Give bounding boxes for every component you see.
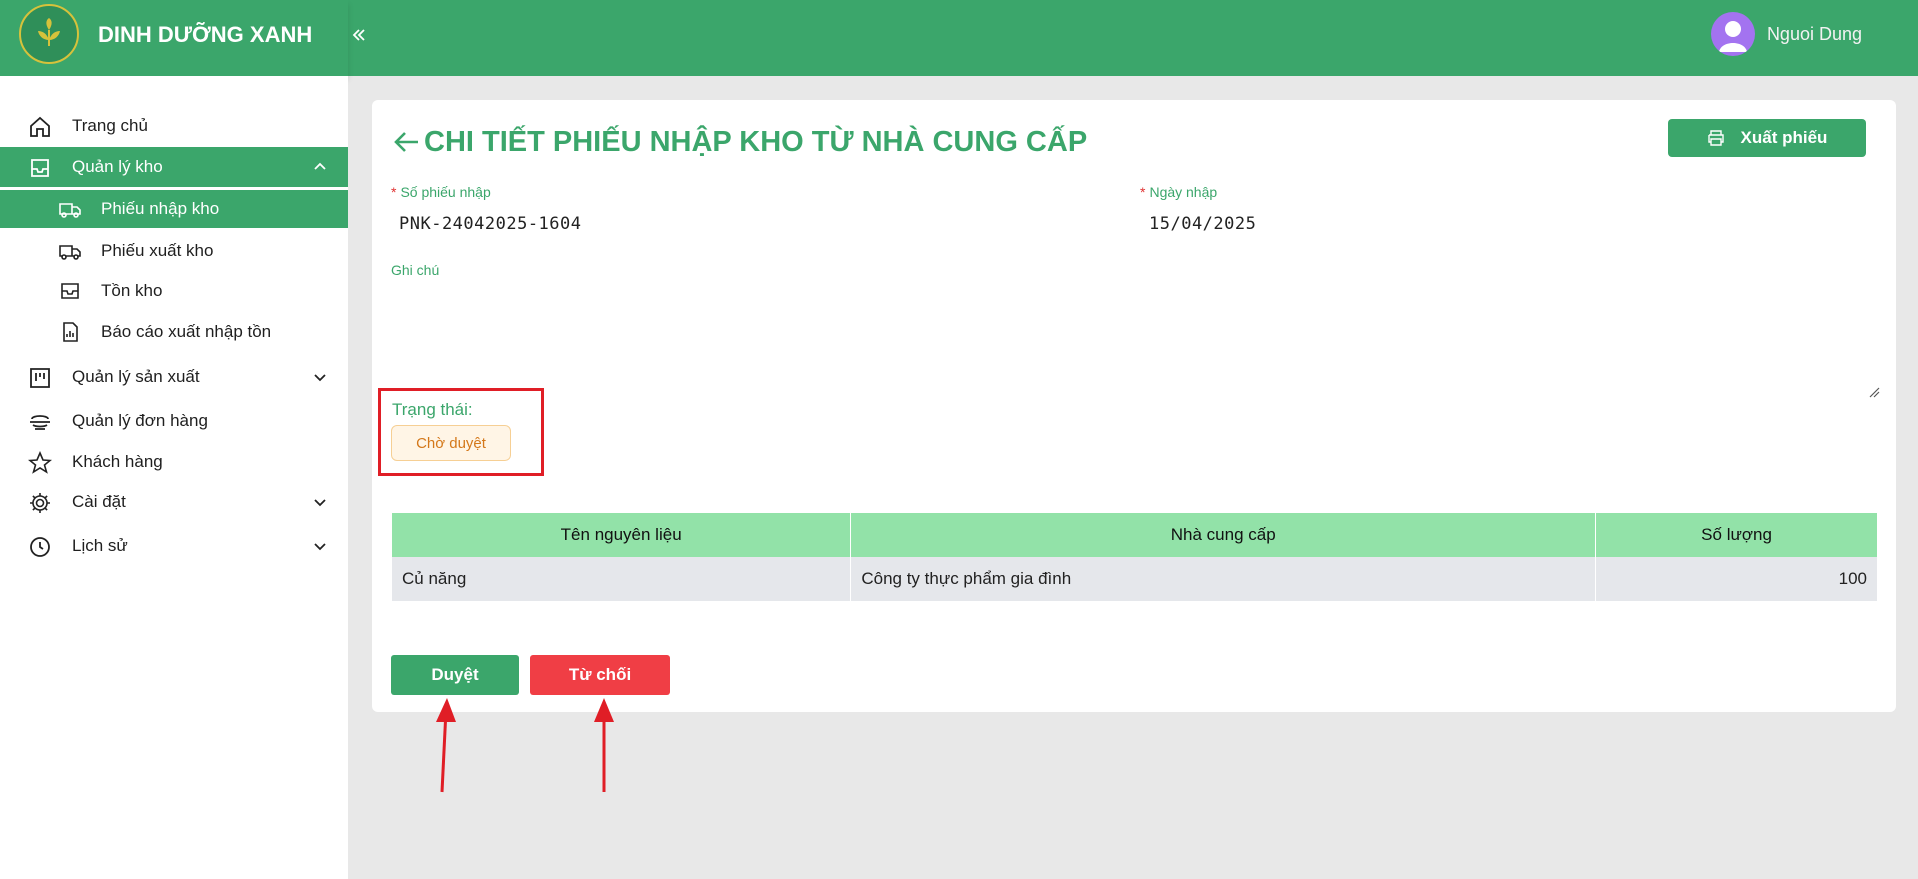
sidebar-subitem-goods-receipt[interactable]: Phiếu nhập kho — [0, 190, 348, 228]
receipt-number-label: * Số phiếu nhập — [391, 184, 491, 200]
reject-button[interactable]: Từ chối — [530, 655, 670, 695]
status-label: Trạng thái: — [392, 400, 473, 419]
home-icon — [30, 116, 50, 137]
column-header-supplier: Nhà cung cấp — [850, 513, 1597, 557]
sidebar-item-label: Khách hàng — [72, 452, 163, 471]
truck-out-icon — [59, 245, 81, 260]
export-button-label: Xuất phiếu — [1740, 128, 1828, 147]
user-avatar-icon[interactable] — [1710, 12, 1755, 56]
sidebar-subitem-inventory[interactable]: Tồn kho — [0, 272, 348, 310]
note-textarea[interactable] — [388, 264, 1882, 400]
sidebar-subitem-label: Tồn kho — [101, 281, 163, 300]
inbox-icon — [31, 159, 49, 177]
brand-name: DINH DƯỠNG XANH — [98, 22, 313, 47]
column-header-material: Tên nguyên liệu — [392, 513, 852, 557]
sidebar-item-label: Quản lý kho — [72, 157, 163, 176]
sidebar-item-production[interactable]: Quản lý sản xuất — [0, 357, 348, 397]
cell-quantity: 100 — [1595, 557, 1878, 601]
sidebar-item-warehouse[interactable]: Quản lý kho — [0, 147, 348, 187]
chevron-down-icon — [314, 499, 326, 507]
collapse-sidebar-icon[interactable] — [348, 20, 370, 50]
cell-material: Củ năng — [392, 557, 852, 601]
sidebar-item-label: Trang chủ — [72, 116, 148, 135]
page-title: CHI TIẾT PHIẾU NHẬP KHO TỪ NHÀ CUNG CẤP — [424, 125, 1088, 158]
page-header: CHI TIẾT PHIẾU NHẬP KHO TỪ NHÀ CUNG CẤP — [392, 122, 1087, 162]
clock-icon — [30, 537, 50, 557]
report-icon — [63, 322, 78, 342]
annotation-arrow-reject-icon — [594, 698, 614, 792]
materials-table: Tên nguyên liệu Nhà cung cấp Số lượng Củ… — [392, 513, 1878, 601]
kanban-icon — [30, 368, 50, 388]
sidebar-item-home[interactable]: Trang chủ — [0, 106, 348, 146]
sidebar-subitem-report[interactable]: Báo cáo xuất nhập tồn — [0, 313, 348, 351]
sidebar-subitem-label: Phiếu xuất kho — [101, 241, 214, 260]
sidebar-subitem-goods-issue[interactable]: Phiếu xuất kho — [0, 232, 348, 270]
chevron-down-icon — [314, 543, 326, 551]
approve-button[interactable]: Duyệt — [391, 655, 519, 695]
orders-icon — [30, 415, 50, 430]
brand-logo-icon — [19, 4, 79, 64]
sidebar-item-history[interactable]: Lịch sử — [0, 526, 348, 566]
receipt-date-label: * Ngày nhập — [1140, 184, 1218, 200]
gear-icon — [30, 493, 50, 513]
sidebar-item-label: Quản lý đơn hàng — [72, 411, 208, 430]
column-header-quantity: Số lượng — [1595, 513, 1878, 557]
sidebar-subitem-label: Phiếu nhập kho — [101, 199, 220, 218]
sidebar-item-label: Cài đặt — [72, 492, 126, 511]
cell-supplier: Công ty thực phẩm gia đình — [850, 557, 1597, 601]
star-icon — [28, 451, 52, 474]
receipt-number-field[interactable]: PNK-24042025-1604 — [399, 214, 582, 234]
chevron-up-icon — [314, 162, 326, 170]
user-menu[interactable]: Nguoi Dung — [1710, 12, 1862, 56]
user-name[interactable]: Nguoi Dung — [1767, 24, 1862, 45]
sidebar-item-orders[interactable]: Quản lý đơn hàng — [0, 401, 348, 441]
sidebar-subitem-label: Báo cáo xuất nhập tồn — [101, 322, 272, 341]
receipt-detail-card: CHI TIẾT PHIẾU NHẬP KHO TỪ NHÀ CUNG CẤP … — [372, 100, 1896, 712]
annotation-arrow-approve-icon — [436, 698, 456, 793]
table-header-row: Tên nguyên liệu Nhà cung cấp Số lượng — [392, 513, 1878, 557]
sidebar-item-label: Lịch sử — [72, 536, 128, 555]
sidebar-item-customers[interactable]: Khách hàng — [0, 442, 348, 482]
chevron-down-icon — [314, 374, 326, 382]
export-receipt-button[interactable]: Xuất phiếu — [1668, 119, 1866, 157]
table-row: Củ năng Công ty thực phẩm gia đình 100 — [392, 557, 1878, 601]
truck-in-icon — [59, 203, 81, 218]
sidebar: Trang chủ Quản lý kho Phiếu nhập kho Phi… — [0, 76, 348, 879]
status-badge: Chờ duyệt — [391, 425, 511, 461]
receipt-date-field[interactable]: 15/04/2025 — [1149, 214, 1256, 234]
sidebar-item-settings[interactable]: Cài đặt — [0, 482, 348, 522]
inbox-icon — [61, 283, 79, 299]
printer-icon — [1707, 130, 1724, 146]
resize-handle-icon[interactable] — [1868, 386, 1880, 398]
sidebar-item-label: Quản lý sản xuất — [72, 367, 200, 386]
brand-header: DINH DƯỠNG XANH — [0, 0, 348, 76]
back-arrow-icon[interactable] — [392, 127, 422, 157]
